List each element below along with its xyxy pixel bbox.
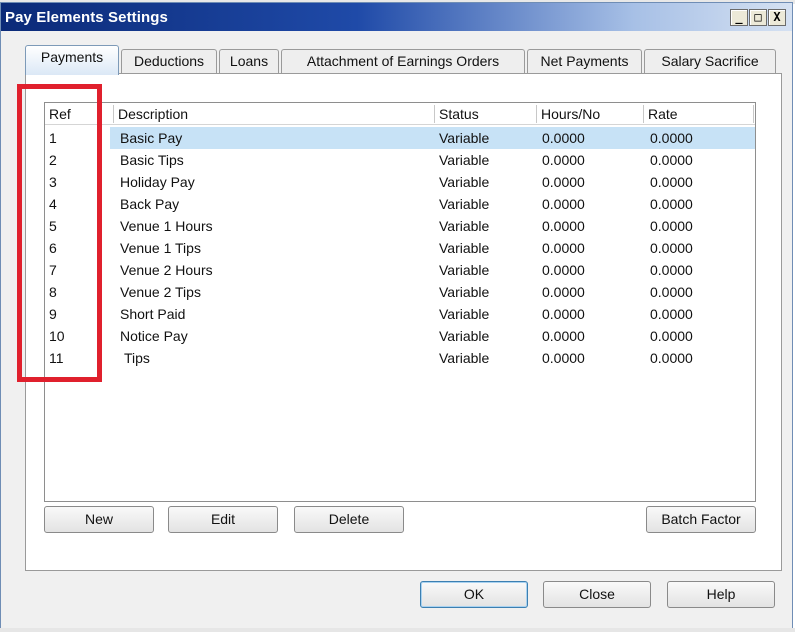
column-divider[interactable] <box>753 105 754 123</box>
tab-deductions[interactable]: Deductions <box>121 49 217 73</box>
cell-hours: 0.0000 <box>542 174 585 190</box>
cell-description: Basic Pay <box>120 130 183 146</box>
cell-description: Short Paid <box>120 306 186 322</box>
cell-rate: 0.0000 <box>650 350 693 366</box>
column-header-status[interactable]: Status <box>439 106 479 122</box>
cell-hours: 0.0000 <box>542 240 585 256</box>
cell-rate: 0.0000 <box>650 262 693 278</box>
table-row[interactable]: 9 Short Paid Variable 0.0000 0.0000 <box>45 303 755 325</box>
cell-status: Variable <box>439 284 490 300</box>
cell-rate: 0.0000 <box>650 218 693 234</box>
cell-hours: 0.0000 <box>542 152 585 168</box>
cell-description: Venue 2 Hours <box>120 262 213 278</box>
cell-rate: 0.0000 <box>650 240 693 256</box>
cell-description: Holiday Pay <box>120 174 195 190</box>
new-button[interactable]: New <box>44 506 154 533</box>
cell-hours: 0.0000 <box>542 306 585 322</box>
pay-elements-list[interactable]: Ref Description Status Hours/No Rate 1 B… <box>44 102 756 502</box>
ref-column-highlight <box>17 84 102 382</box>
edit-button[interactable]: Edit <box>168 506 278 533</box>
list-header: Ref Description Status Hours/No Rate <box>45 103 755 125</box>
column-header-hours[interactable]: Hours/No <box>541 106 600 122</box>
cell-description: Venue 1 Hours <box>120 218 213 234</box>
cell-description: Notice Pay <box>120 328 188 344</box>
cell-hours: 0.0000 <box>542 130 585 146</box>
window-controls: _ □ X <box>730 9 786 26</box>
table-row[interactable]: 10 Notice Pay Variable 0.0000 0.0000 <box>45 325 755 347</box>
tab-attachment-of-earnings-orders[interactable]: Attachment of Earnings Orders <box>281 49 525 73</box>
close-button[interactable]: Close <box>543 581 651 608</box>
window-title: Pay Elements Settings <box>5 9 168 26</box>
title-bar[interactable]: Pay Elements Settings _ □ X <box>1 3 792 31</box>
cell-rate: 0.0000 <box>650 152 693 168</box>
cell-status: Variable <box>439 130 490 146</box>
table-row[interactable]: 4 Back Pay Variable 0.0000 0.0000 <box>45 193 755 215</box>
cell-description: Tips <box>124 350 150 366</box>
ok-button[interactable]: OK <box>420 581 528 608</box>
column-divider[interactable] <box>643 105 644 123</box>
cell-rate: 0.0000 <box>650 284 693 300</box>
cell-status: Variable <box>439 350 490 366</box>
cell-rate: 0.0000 <box>650 196 693 212</box>
table-row[interactable]: 1 Basic Pay Variable 0.0000 0.0000 <box>45 127 755 149</box>
tab-net-payments[interactable]: Net Payments <box>527 49 642 73</box>
close-window-button[interactable]: X <box>768 9 786 26</box>
cell-hours: 0.0000 <box>542 284 585 300</box>
column-header-rate[interactable]: Rate <box>648 106 678 122</box>
cell-description: Basic Tips <box>120 152 184 168</box>
delete-button[interactable]: Delete <box>294 506 404 533</box>
payments-panel: Ref Description Status Hours/No Rate 1 B… <box>25 73 782 571</box>
cell-hours: 0.0000 <box>542 350 585 366</box>
tab-loans[interactable]: Loans <box>219 49 279 73</box>
cell-rate: 0.0000 <box>650 174 693 190</box>
cell-rate: 0.0000 <box>650 130 693 146</box>
help-button[interactable]: Help <box>667 581 775 608</box>
cell-rate: 0.0000 <box>650 328 693 344</box>
cell-status: Variable <box>439 152 490 168</box>
table-row[interactable]: 6 Venue 1 Tips Variable 0.0000 0.0000 <box>45 237 755 259</box>
tab-payments[interactable]: Payments <box>25 45 119 75</box>
table-row[interactable]: 3 Holiday Pay Variable 0.0000 0.0000 <box>45 171 755 193</box>
cell-description: Back Pay <box>120 196 180 212</box>
tab-salary-sacrifice[interactable]: Salary Sacrifice <box>644 49 776 73</box>
dialog-window: Pay Elements Settings _ □ X Payments Ded… <box>0 2 793 630</box>
cell-status: Variable <box>439 174 490 190</box>
cell-status: Variable <box>439 218 490 234</box>
column-divider[interactable] <box>536 105 537 123</box>
minimize-button[interactable]: _ <box>730 9 748 26</box>
column-divider[interactable] <box>113 105 114 123</box>
column-divider[interactable] <box>434 105 435 123</box>
cell-description: Venue 1 Tips <box>120 240 201 256</box>
table-row[interactable]: 11 Tips Variable 0.0000 0.0000 <box>45 347 755 369</box>
table-row[interactable]: 2 Basic Tips Variable 0.0000 0.0000 <box>45 149 755 171</box>
cell-hours: 0.0000 <box>542 218 585 234</box>
cell-hours: 0.0000 <box>542 262 585 278</box>
maximize-button[interactable]: □ <box>749 9 767 26</box>
bottom-strip <box>0 628 795 632</box>
cell-status: Variable <box>439 328 490 344</box>
cell-status: Variable <box>439 262 490 278</box>
cell-status: Variable <box>439 306 490 322</box>
table-row[interactable]: 8 Venue 2 Tips Variable 0.0000 0.0000 <box>45 281 755 303</box>
cell-hours: 0.0000 <box>542 196 585 212</box>
cell-hours: 0.0000 <box>542 328 585 344</box>
table-row[interactable]: 5 Venue 1 Hours Variable 0.0000 0.0000 <box>45 215 755 237</box>
cell-status: Variable <box>439 196 490 212</box>
cell-status: Variable <box>439 240 490 256</box>
cell-rate: 0.0000 <box>650 306 693 322</box>
batch-factor-button[interactable]: Batch Factor <box>646 506 756 533</box>
table-row[interactable]: 7 Venue 2 Hours Variable 0.0000 0.0000 <box>45 259 755 281</box>
cell-description: Venue 2 Tips <box>120 284 201 300</box>
column-header-description[interactable]: Description <box>118 106 188 122</box>
